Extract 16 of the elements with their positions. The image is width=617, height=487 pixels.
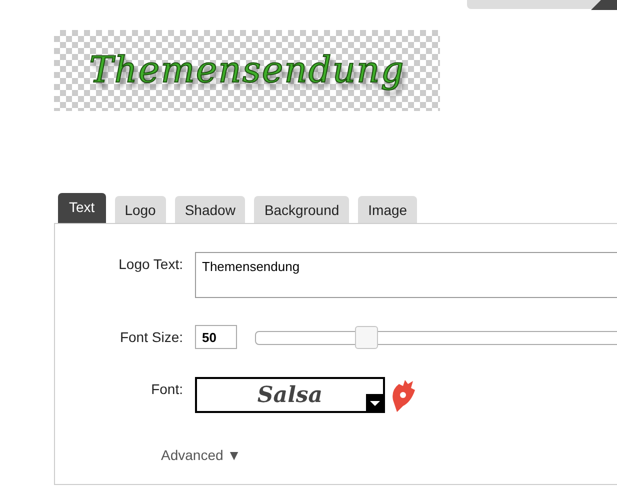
font-size-field[interactable]: 50: [195, 325, 237, 349]
advanced-toggle[interactable]: Advanced ▼: [161, 447, 242, 463]
font-size-label: Font Size:: [118, 328, 183, 345]
slider-thumb[interactable]: [355, 326, 378, 348]
tab[interactable]: Shadow: [174, 196, 246, 223]
corner-tab-drawing: [591, 0, 617, 10]
logo-preview-text: Themensendung: [89, 50, 405, 91]
tab[interactable]: Image: [358, 196, 418, 223]
font-dropdown[interactable]: Salsa: [195, 377, 385, 413]
font-label: Font:: [150, 380, 183, 397]
logo-text-field[interactable]: Themensendung: [195, 252, 617, 298]
tab[interactable]: Logo: [114, 196, 166, 223]
tab[interactable]: Text: [58, 193, 106, 223]
tab[interactable]: Background: [254, 196, 350, 223]
font-size-slider[interactable]: [255, 326, 617, 348]
logo-text-label: Logo Text:: [118, 255, 183, 272]
